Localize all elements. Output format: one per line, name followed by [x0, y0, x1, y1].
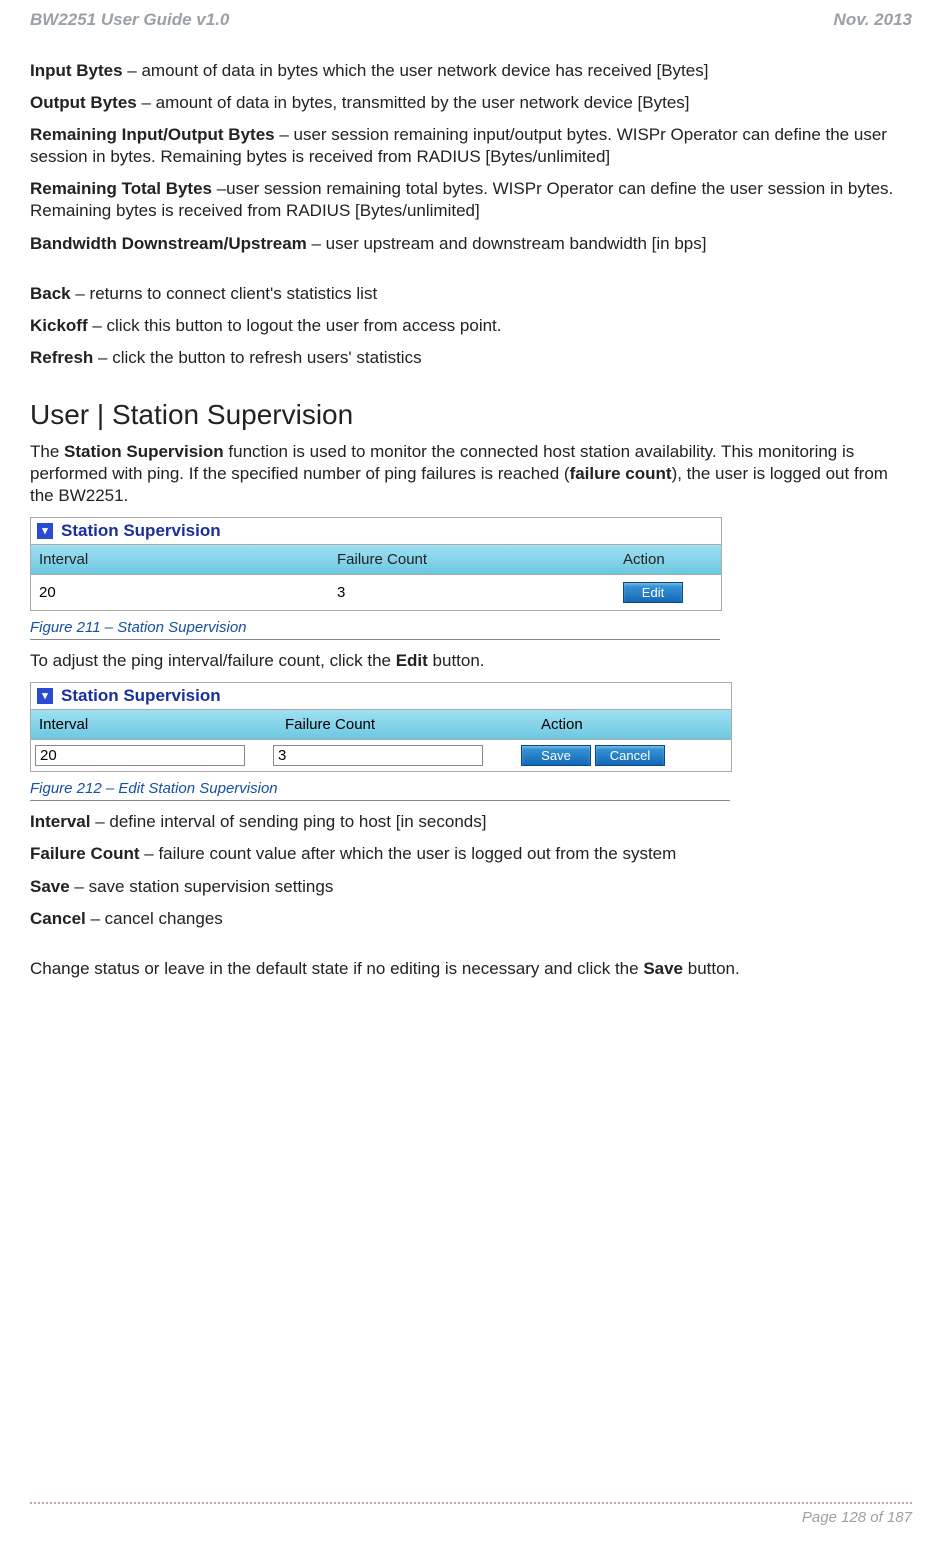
- cancel-button[interactable]: Cancel: [595, 745, 665, 766]
- header-right: Nov. 2013: [834, 10, 912, 30]
- collapse-icon[interactable]: ▾: [37, 523, 53, 539]
- col-failure-count: Failure Count: [329, 545, 615, 574]
- def-remaining-io: Remaining Input/Output Bytes – user sess…: [30, 124, 912, 168]
- table-title: Station Supervision: [61, 521, 221, 541]
- def-interval: Interval – define interval of sending pi…: [30, 811, 912, 833]
- adjust-text: To adjust the ping interval/failure coun…: [30, 650, 912, 672]
- col-action: Action: [533, 710, 731, 739]
- def-failure-count: Failure Count – failure count value afte…: [30, 843, 912, 865]
- def-kickoff: Kickoff – click this button to logout th…: [30, 315, 912, 337]
- save-button[interactable]: Save: [521, 745, 591, 766]
- cell-action: Edit: [615, 578, 721, 607]
- col-interval: Interval: [31, 710, 277, 739]
- def-bandwidth: Bandwidth Downstream/Upstream – user ups…: [30, 233, 912, 255]
- section-title: User | Station Supervision: [30, 399, 912, 431]
- interval-input[interactable]: [35, 745, 245, 766]
- def-save: Save – save station supervision settings: [30, 876, 912, 898]
- figure-caption-211: Figure 211 – Station Supervision: [30, 619, 720, 640]
- table-title-bar: ▾ Station Supervision: [31, 683, 731, 710]
- table-header-row: Interval Failure Count Action: [31, 545, 721, 575]
- station-supervision-table-edit: ▾ Station Supervision Interval Failure C…: [30, 682, 732, 772]
- table-row: Save Cancel: [31, 740, 731, 771]
- table-title: Station Supervision: [61, 686, 221, 706]
- cell-interval: [31, 741, 269, 770]
- col-interval: Interval: [31, 545, 329, 574]
- page-footer: Page 128 of 187: [30, 1502, 912, 1526]
- def-cancel: Cancel – cancel changes: [30, 908, 912, 930]
- table-header-row: Interval Failure Count Action: [31, 710, 731, 740]
- cell-action: Save Cancel: [517, 741, 731, 770]
- station-supervision-table-view: ▾ Station Supervision Interval Failure C…: [30, 517, 722, 611]
- footer-divider: [30, 1502, 912, 1505]
- def-output-bytes: Output Bytes – amount of data in bytes, …: [30, 92, 912, 114]
- table-row: 20 3 Edit: [31, 575, 721, 610]
- section-intro: The Station Supervision function is used…: [30, 441, 912, 507]
- def-input-bytes: Input Bytes – amount of data in bytes wh…: [30, 60, 912, 82]
- page-header: BW2251 User Guide v1.0 Nov. 2013: [30, 10, 912, 30]
- def-refresh: Refresh – click the button to refresh us…: [30, 347, 912, 369]
- change-text: Change status or leave in the default st…: [30, 958, 912, 980]
- col-action: Action: [615, 545, 721, 574]
- collapse-icon[interactable]: ▾: [37, 688, 53, 704]
- col-failure-count: Failure Count: [277, 710, 533, 739]
- def-remaining-total: Remaining Total Bytes –user session rema…: [30, 178, 912, 222]
- header-left: BW2251 User Guide v1.0: [30, 10, 229, 30]
- cell-failure-count: 3: [329, 576, 615, 609]
- edit-button[interactable]: Edit: [623, 582, 683, 603]
- table-title-bar: ▾ Station Supervision: [31, 518, 721, 545]
- def-back: Back – returns to connect client's stati…: [30, 283, 912, 305]
- figure-caption-212: Figure 212 – Edit Station Supervision: [30, 780, 730, 801]
- cell-failure-count: [269, 741, 517, 770]
- cell-interval: 20: [31, 576, 329, 609]
- page-number: Page 128 of 187: [30, 1509, 912, 1526]
- failure-count-input[interactable]: [273, 745, 483, 766]
